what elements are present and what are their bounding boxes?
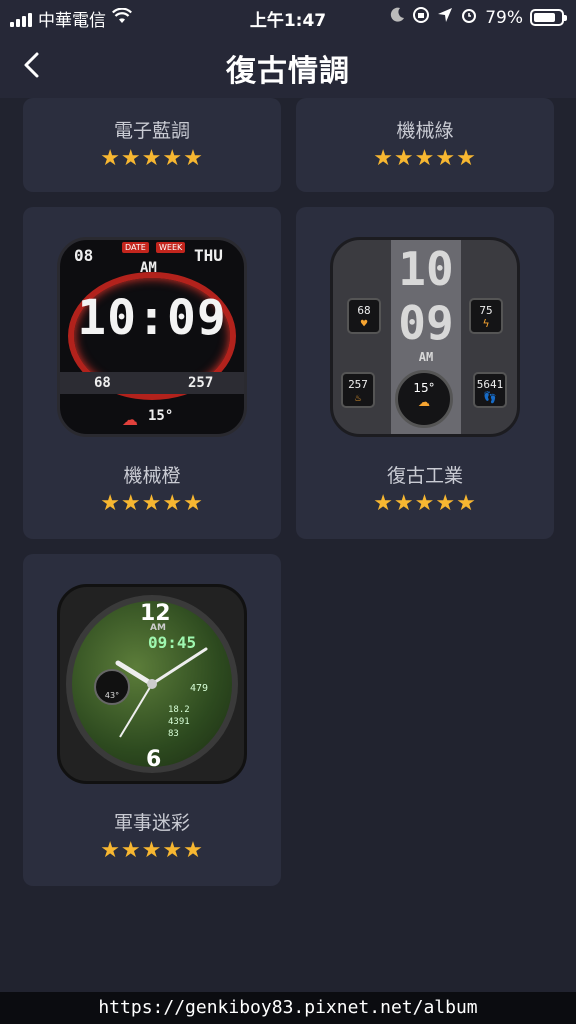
date-tag: DATE bbox=[122, 242, 149, 253]
rotation-lock-icon bbox=[412, 6, 430, 29]
rating-stars: ★★★★★ bbox=[100, 146, 204, 171]
bolt-icon: ϟ bbox=[482, 317, 490, 330]
temp-value: 15° bbox=[148, 408, 174, 424]
watchface-card-electronic-blue[interactable]: 電子藍調 ★★★★★ bbox=[23, 98, 281, 192]
right-value: 257 bbox=[188, 375, 214, 391]
ampm-label: AM bbox=[140, 260, 157, 276]
rating-stars: ★★★★★ bbox=[373, 146, 477, 171]
kcal-box: 257 ♨ bbox=[341, 372, 375, 408]
card-title: 電子藍調 bbox=[113, 120, 190, 142]
watchface-card-military-camo[interactable]: 12 6 AM 09:45 43° 479 18.2 4391 83 軍事迷彩 … bbox=[23, 554, 281, 886]
rating-stars: ★★★★★ bbox=[373, 491, 477, 516]
clock-hands bbox=[115, 647, 208, 738]
heart-icon: ♥ bbox=[360, 317, 368, 330]
card-title: 軍事迷彩 bbox=[113, 812, 190, 834]
watchface-preview: 08 DATE WEEK THU AM 10:09 68 257 ☁ 15° bbox=[57, 237, 247, 437]
time-display: 10:09 bbox=[77, 290, 227, 346]
status-bar: 中華電信 上午1:47 79% bbox=[0, 0, 576, 34]
moon-icon bbox=[389, 7, 405, 28]
watermark-url: https://genkiboy83.pixnet.net/album bbox=[0, 992, 576, 1024]
weather-icon: ☁ bbox=[122, 410, 138, 429]
heart-rate-box: 68 ♥ bbox=[347, 298, 381, 334]
battery-percent: 79% bbox=[485, 7, 523, 28]
alarm-icon bbox=[460, 6, 478, 29]
stats-bar bbox=[60, 372, 244, 394]
card-title: 復古工業 bbox=[386, 465, 463, 487]
watchface-preview: 10 09 AM 68 ♥ 75 ϟ 257 ♨ 5641 👣 15° ☁ bbox=[330, 237, 520, 437]
watchface-card-mechanical-orange[interactable]: 08 DATE WEEK THU AM 10:09 68 257 ☁ 15° 機… bbox=[23, 207, 281, 539]
status-right: 79% bbox=[389, 6, 567, 29]
steps-box: 5641 👣 bbox=[473, 372, 507, 408]
rating-stars: ★★★★★ bbox=[100, 491, 204, 516]
watchface-card-mechanical-green[interactable]: 機械綠 ★★★★★ bbox=[296, 98, 554, 192]
nav-bar: 復古情調 bbox=[0, 34, 576, 98]
week-tag: WEEK bbox=[156, 242, 186, 253]
battery-icon bbox=[530, 9, 567, 26]
card-title: 機械橙 bbox=[123, 465, 181, 487]
rating-stars: ★★★★★ bbox=[100, 838, 204, 863]
day-value: THU bbox=[194, 246, 223, 265]
hr-value: 68 bbox=[357, 304, 371, 317]
power-value: 75 bbox=[479, 304, 493, 317]
steps-value: 5641 bbox=[476, 378, 504, 391]
date-value: 08 bbox=[74, 246, 94, 265]
ampm-label: AM bbox=[418, 350, 434, 364]
hour-display: 10 bbox=[398, 242, 454, 296]
location-icon bbox=[437, 7, 453, 28]
card-title: 機械綠 bbox=[396, 120, 454, 142]
flame-icon: ♨ bbox=[354, 391, 362, 404]
weather-icon: ☁ bbox=[418, 395, 430, 409]
page-title: 復古情調 bbox=[226, 54, 350, 89]
temp-value: 15° bbox=[413, 381, 435, 395]
minute-display: 09 bbox=[398, 296, 454, 350]
left-value: 68 bbox=[94, 375, 111, 391]
power-box: 75 ϟ bbox=[469, 298, 503, 334]
watchface-preview: 12 6 AM 09:45 43° 479 18.2 4391 83 bbox=[57, 584, 247, 784]
kcal-value: 257 bbox=[348, 378, 368, 391]
watchface-card-retro-industrial[interactable]: 10 09 AM 68 ♥ 75 ϟ 257 ♨ 5641 👣 15° ☁ 復古工業 ★★… bbox=[296, 207, 554, 539]
footprint-icon: 👣 bbox=[483, 391, 497, 404]
weather-dial: 15° ☁ bbox=[395, 370, 453, 428]
